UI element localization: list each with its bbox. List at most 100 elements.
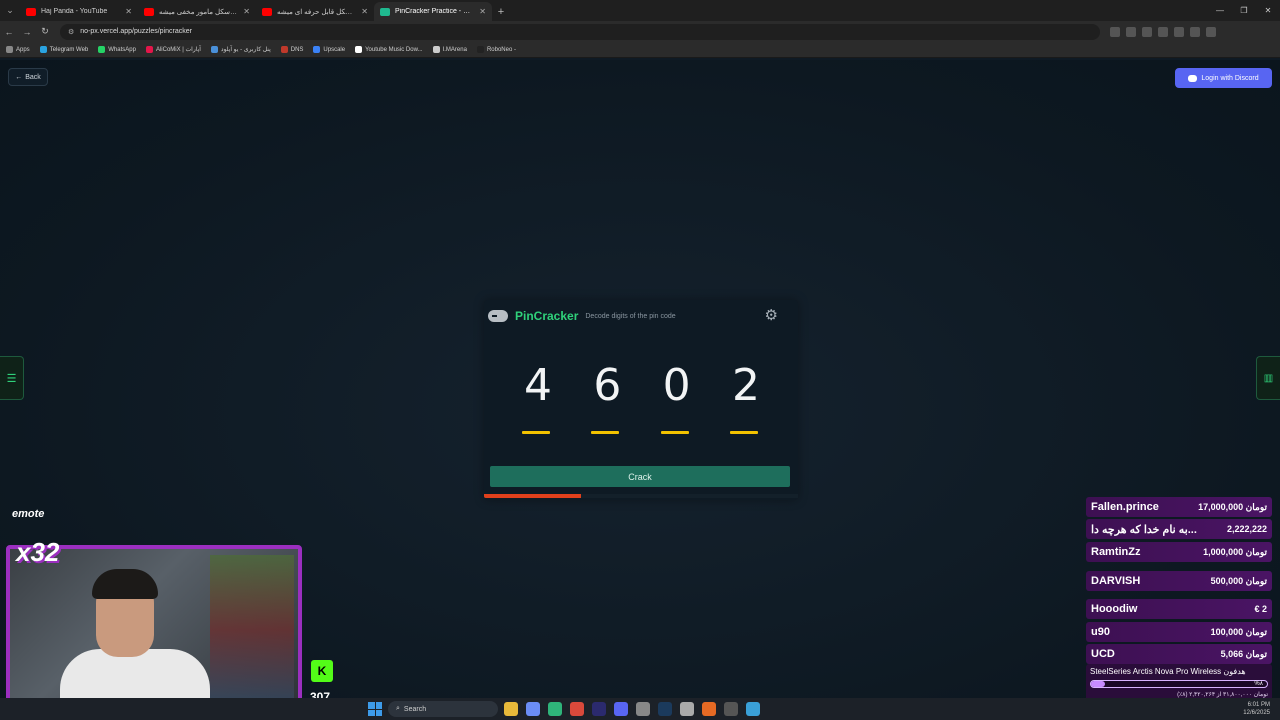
upload-icon [210,46,218,53]
bookmark-imarena[interactable]: I.MArena [432,46,467,53]
pincracker-card: PinCracker Decode digits of the pin code… [484,300,798,500]
pin-digit: 4 [524,360,552,411]
bookmark-upscale[interactable]: Upscale [313,46,345,53]
app-icon[interactable] [746,702,760,716]
extension-icon[interactable] [1126,26,1136,37]
goal-progress-text: (٪۸) تومان ۳۱,۸۰۰,۰۰۰ از ۲,۴۲۰,۲۶۴ [1177,692,1268,698]
back-button[interactable]: ← Back [8,68,48,86]
search-icon: ⌕ [396,705,400,712]
menu-icon[interactable] [1206,26,1216,37]
crack-button[interactable]: Crack [490,466,790,487]
pin-digit: 0 [662,360,691,411]
after-effects-icon[interactable] [592,702,606,716]
donor-name: Fallen.prince [1091,501,1159,513]
gamepad-icon [488,310,508,322]
bookmark-apps[interactable]: Apps [6,46,30,53]
firefox-icon[interactable] [702,702,716,716]
tab-label: وقتی یه اسکل مامور مخفی میشه [159,8,238,16]
close-icon[interactable]: ✕ [361,7,368,16]
chrome-icon[interactable] [570,702,584,716]
bookmark-telegram[interactable]: Telegram Web [39,46,89,53]
login-discord-button[interactable]: Login with Discord [1175,68,1272,88]
imarena-icon [432,46,440,53]
bookmark-label: AliCoMiX | آپارات [155,47,201,53]
donation-amount: 17,000,000 تومان [1198,501,1267,512]
browser-tab-bar: ⌄ Haj Panda - YouTube ✕ وقتی یه اسکل مام… [0,0,1280,21]
bookmark-whatsapp[interactable]: WhatsApp [98,46,136,53]
url-field[interactable]: ⚙ no-px.vercel.app/puzzles/pincracker [60,23,1100,40]
bookmark-label: WhatsApp [108,46,136,53]
window-controls: — ❐ ✕ [1208,0,1280,21]
guide-toggle-button[interactable]: ▥ [1256,356,1280,400]
bookmarks-bar: Apps Telegram Web WhatsApp AliCoMiX | آپ… [0,42,1280,58]
star-icon[interactable] [1110,26,1120,37]
goal-percent: %٨ [1254,681,1263,687]
discord-app-icon[interactable] [614,702,628,716]
bookmark-label: RoboNeo - [486,46,516,53]
roboneo-icon [476,46,484,53]
copilot-icon[interactable] [526,702,540,716]
forward-arrow-icon[interactable]: → [18,27,36,37]
close-icon[interactable]: ✕ [125,7,132,16]
close-window-icon[interactable]: ✕ [1256,0,1280,21]
tab-3[interactable]: PinCracker Practice - NoPi ✕ [374,2,492,21]
extension-icon[interactable] [1158,26,1168,37]
back-label: Back [25,73,41,81]
maximize-icon[interactable]: ❐ [1232,0,1256,21]
tab-1[interactable]: وقتی یه اسکل مامور مخفی میشه ✕ [138,2,256,21]
profile-icon[interactable] [1190,26,1200,37]
reload-icon[interactable]: ↻ [36,26,54,37]
steam-icon[interactable] [658,702,672,716]
tab-0[interactable]: Haj Panda - YouTube ✕ [20,2,138,21]
webcam-frame [6,545,302,710]
bookmark-youtube-music[interactable]: Youtube Music Dow... [355,46,423,53]
back-arrow-icon[interactable]: ← [0,27,18,37]
minimize-icon[interactable]: — [1208,0,1232,21]
close-icon[interactable]: ✕ [479,7,486,16]
system-tray-clock[interactable]: 6:01 PM 12/6/2025 [1243,701,1270,717]
menu-toggle-button[interactable]: ☰ [0,356,24,400]
new-tab-button[interactable]: + [492,2,510,21]
app-icon[interactable] [680,702,694,716]
goal-progress-fill [1091,681,1106,687]
pin-digits: 4 6 0 2 [504,360,780,412]
bookmark-label: Youtube Music Dow... [365,46,423,53]
donor-name: DARVISH [1091,575,1141,587]
bookmark-roboneo[interactable]: RoboNeo - [476,46,516,53]
goal-title: SteelSeries Arctis Nova Pro Wireless هدف… [1090,667,1246,676]
bookmark-dns[interactable]: DNS [280,46,303,53]
bookmark-label: Telegram Web [49,46,89,53]
arrow-left-icon: ← [15,73,23,81]
extension-icon[interactable] [1142,26,1152,37]
edge-icon[interactable] [548,702,562,716]
upscale-icon [313,46,321,53]
donation-amount: € 2 [1254,604,1267,614]
taskbar-apps [504,702,760,716]
youtube-icon [26,7,36,16]
tab-2[interactable]: وقتی یه اسکل قابل حرفه ای میشه ✕ [256,2,374,21]
donor-name: Hooodiw [1091,603,1138,615]
download-icon[interactable] [1174,26,1184,37]
pin-digit: 2 [731,360,760,411]
whatsapp-icon [98,46,106,53]
donation-item: به نام خدا که هرچه دا... 2,222,222 [1086,519,1272,539]
discord-icon [1188,74,1198,82]
bookmark-label: Upscale [323,46,346,53]
file-explorer-icon[interactable] [504,702,518,716]
donor-name: u90 [1091,626,1110,638]
close-icon[interactable]: ✕ [243,7,250,16]
gear-icon[interactable]: ⚙ [765,306,778,324]
donation-item: UCD 5,066 تومان [1086,644,1272,664]
taskbar-search[interactable]: ⌕ Search [388,701,498,717]
bookmark-aparat[interactable]: AliCoMiX | آپارات [145,46,201,53]
tab-search-icon[interactable]: ⌄ [0,0,20,21]
donor-name: RamtinZz [1091,546,1141,558]
donation-item: DARVISH 500,000 تومان [1086,571,1272,591]
windows-start-icon[interactable] [368,702,382,716]
site-info-icon[interactable]: ⚙ [68,28,74,36]
app-icon[interactable] [636,702,650,716]
bookmark-upload[interactable]: پنل کاربری - یو آپلود [210,46,271,53]
app-icon[interactable] [724,702,738,716]
address-bar-row: ← → ↻ ⚙ no-px.vercel.app/puzzles/pincrac… [0,21,1280,42]
discord-label: Login with Discord [1201,74,1259,82]
